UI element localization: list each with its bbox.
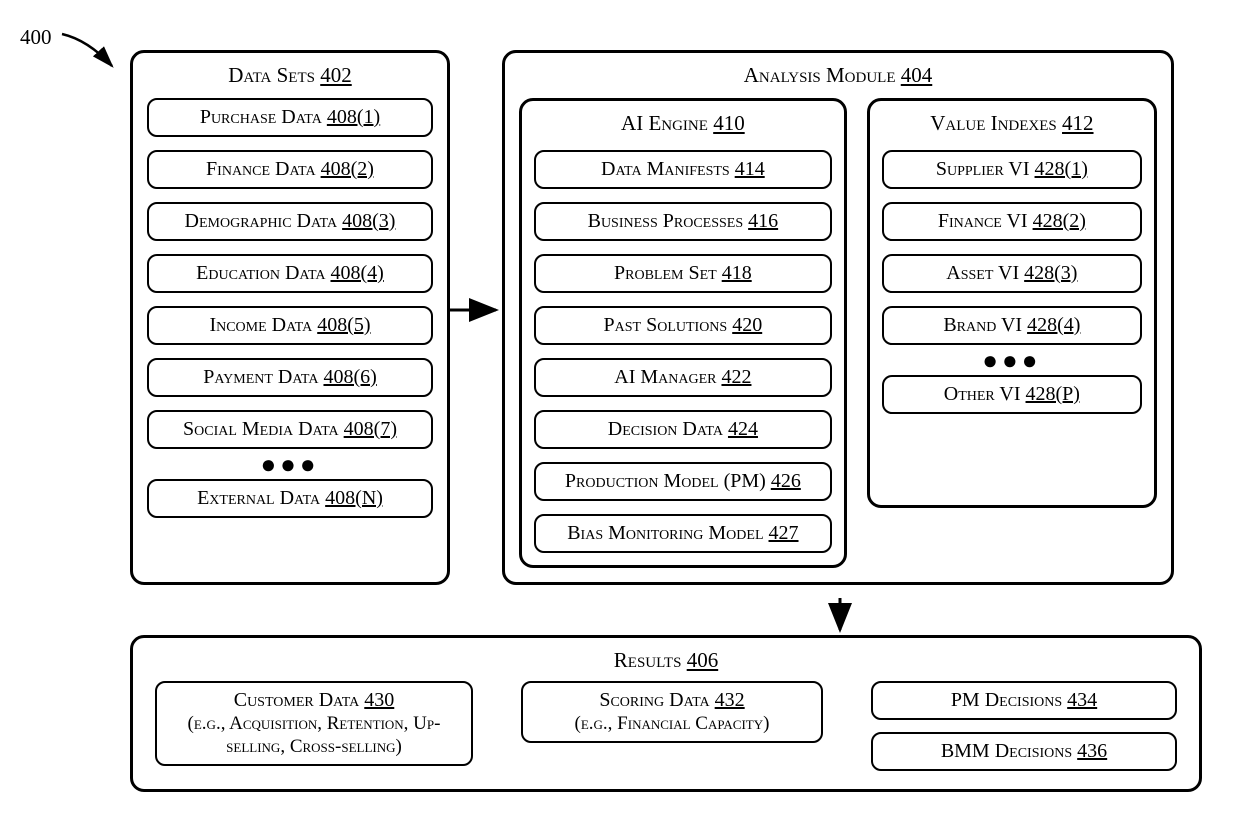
data-set-item-final: External Data 408(N) xyxy=(147,479,433,518)
analysis-module-panel: Analysis Module 404 AI Engine 410 Data M… xyxy=(502,50,1174,585)
bmm-decisions-box: BMM Decisions 436 xyxy=(871,732,1177,771)
ai-engine-item-3: Problem Set 418 xyxy=(534,254,832,293)
scoring-data-box: Scoring Data 432 (e.g., Financial Capaci… xyxy=(521,681,823,743)
value-indexes-title: Value Indexes 412 xyxy=(930,111,1093,136)
data-set-item-1: Purchase Data 408(1) xyxy=(147,98,433,137)
ai-engine-item-5: AI Manager 422 xyxy=(534,358,832,397)
value-index-item-2: Finance VI 428(2) xyxy=(882,202,1142,241)
data-set-item-3: Demographic Data 408(3) xyxy=(147,202,433,241)
ai-engine-item-6: Decision Data 424 xyxy=(534,410,832,449)
value-index-item-4: Brand VI 428(4) xyxy=(882,306,1142,345)
ai-engine-item-1: Data Manifests 414 xyxy=(534,150,832,189)
value-index-item-1: Supplier VI 428(1) xyxy=(882,150,1142,189)
value-indexes-panel: Value Indexes 412 Supplier VI 428(1) Fina… xyxy=(867,98,1157,508)
data-sets-title: Data Sets 402 xyxy=(228,63,351,88)
value-index-item-final: Other VI 428(P) xyxy=(882,375,1142,414)
data-set-item-5: Income Data 408(5) xyxy=(147,306,433,345)
figure-number-label: 400 xyxy=(20,25,52,50)
results-panel: Results 406 Customer Data 430 (e.g., Acq… xyxy=(130,635,1202,792)
ai-engine-item-7: Production Model (PM) 426 xyxy=(534,462,832,501)
arrow-datasets-to-analysis xyxy=(450,300,502,320)
ai-engine-panel: AI Engine 410 Data Manifests 414 Business… xyxy=(519,98,847,568)
ai-engine-title: AI Engine 410 xyxy=(621,111,745,136)
customer-data-box: Customer Data 430 (e.g., Acquisition, Re… xyxy=(155,681,473,766)
data-set-item-6: Payment Data 408(6) xyxy=(147,358,433,397)
ai-engine-item-8: Bias Monitoring Model 427 xyxy=(534,514,832,553)
data-sets-panel: Data Sets 402 Purchase Data 408(1) Financ… xyxy=(130,50,450,585)
ellipsis-icon: ●●● xyxy=(982,356,1041,366)
analysis-module-title: Analysis Module 404 xyxy=(744,63,933,88)
data-set-item-4: Education Data 408(4) xyxy=(147,254,433,293)
ellipsis-icon: ●●● xyxy=(260,460,319,470)
results-title: Results 406 xyxy=(614,648,718,673)
ai-engine-item-2: Business Processes 416 xyxy=(534,202,832,241)
data-set-item-7: Social Media Data 408(7) xyxy=(147,410,433,449)
data-set-item-2: Finance Data 408(2) xyxy=(147,150,433,189)
arrow-analysis-to-results xyxy=(830,598,850,638)
value-index-item-3: Asset VI 428(3) xyxy=(882,254,1142,293)
pm-decisions-box: PM Decisions 434 xyxy=(871,681,1177,720)
ai-engine-item-4: Past Solutions 420 xyxy=(534,306,832,345)
figure-pointer-arrow xyxy=(60,32,130,82)
